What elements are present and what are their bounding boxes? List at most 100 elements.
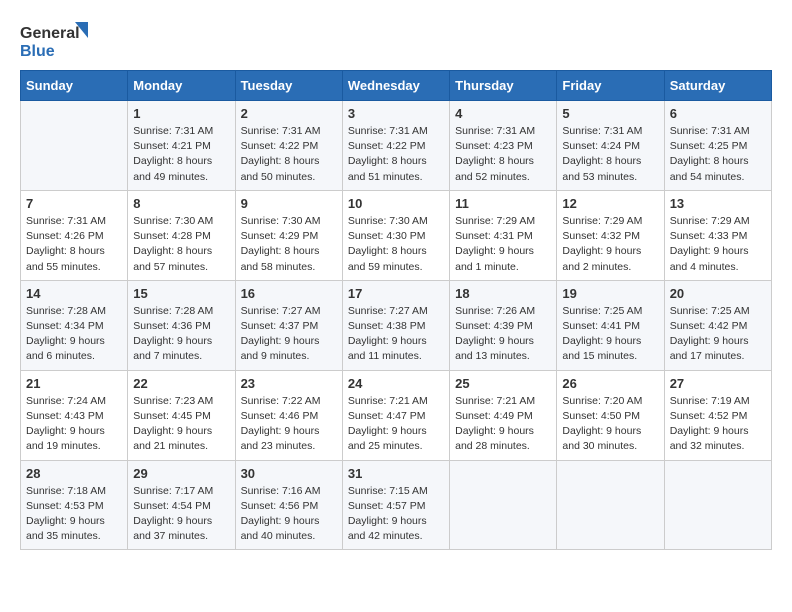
day-info: Sunrise: 7:30 AMSunset: 4:29 PMDaylight:…: [241, 214, 337, 275]
day-number: 1: [133, 106, 229, 121]
day-info: Sunrise: 7:22 AMSunset: 4:46 PMDaylight:…: [241, 394, 337, 455]
calendar-day-cell: 4Sunrise: 7:31 AMSunset: 4:23 PMDaylight…: [450, 101, 557, 191]
calendar-day-cell: 14 Sunrise: 7:28 AMSunset: 4:34 PMDayligh…: [21, 280, 128, 370]
day-info: Sunrise: 7:23 AMSunset: 4:45 PMDaylight:…: [133, 394, 229, 455]
svg-text:Blue: Blue: [20, 43, 55, 60]
day-info: Sunrise: 7:25 AMSunset: 4:41 PMDaylight:…: [562, 304, 658, 365]
weekday-header-wednesday: Wednesday: [342, 71, 449, 101]
calendar-day-cell: 3 Sunrise: 7:31 AMSunset: 4:22 PMDaylight…: [342, 101, 449, 191]
day-info: Sunrise: 7:28 AMSunset: 4:34 PMDaylight:…: [26, 304, 122, 365]
calendar-day-cell: [664, 460, 771, 550]
day-number: 11: [455, 196, 551, 211]
day-number: 22: [133, 376, 229, 391]
calendar-day-cell: 26 Sunrise: 7:20 AMSunset: 4:50 PMDayligh…: [557, 370, 664, 460]
day-number: 9: [241, 196, 337, 211]
day-info: Sunrise: 7:31 AMSunset: 4:21 PMDaylight:…: [133, 124, 229, 185]
day-info: Sunrise: 7:30 AMSunset: 4:28 PMDaylight:…: [133, 214, 229, 275]
calendar-week-row: 7 Sunrise: 7:31 AMSunset: 4:26 PMDaylight…: [21, 190, 772, 280]
day-info: Sunrise: 7:26 AMSunset: 4:39 PMDaylight:…: [455, 304, 551, 365]
day-info: Sunrise: 7:29 AMSunset: 4:32 PMDaylight:…: [562, 214, 658, 275]
calendar-table: SundayMondayTuesdayWednesdayThursdayFrid…: [20, 70, 772, 550]
calendar-day-cell: 29 Sunrise: 7:17 AMSunset: 4:54 PMDayligh…: [128, 460, 235, 550]
calendar-day-cell: 20 Sunrise: 7:25 AMSunset: 4:42 PMDayligh…: [664, 280, 771, 370]
day-number: 5: [562, 106, 658, 121]
day-info: Sunrise: 7:17 AMSunset: 4:54 PMDaylight:…: [133, 484, 229, 545]
day-info: Sunrise: 7:27 AMSunset: 4:38 PMDaylight:…: [348, 304, 444, 365]
day-info: Sunrise: 7:20 AMSunset: 4:50 PMDaylight:…: [562, 394, 658, 455]
day-number: 17: [348, 286, 444, 301]
day-number: 29: [133, 466, 229, 481]
day-number: 7: [26, 196, 122, 211]
day-info: Sunrise: 7:31 AMSunset: 4:22 PMDaylight:…: [241, 124, 337, 185]
weekday-header-sunday: Sunday: [21, 71, 128, 101]
day-number: 6: [670, 106, 766, 121]
calendar-week-row: 14 Sunrise: 7:28 AMSunset: 4:34 PMDayligh…: [21, 280, 772, 370]
day-number: 26: [562, 376, 658, 391]
day-number: 20: [670, 286, 766, 301]
day-info: Sunrise: 7:19 AMSunset: 4:52 PMDaylight:…: [670, 394, 766, 455]
day-info: Sunrise: 7:31 AMSunset: 4:25 PMDaylight:…: [670, 124, 766, 185]
calendar-day-cell: 28 Sunrise: 7:18 AMSunset: 4:53 PMDayligh…: [21, 460, 128, 550]
day-info: Sunrise: 7:28 AMSunset: 4:36 PMDaylight:…: [133, 304, 229, 365]
weekday-header-thursday: Thursday: [450, 71, 557, 101]
calendar-day-cell: 13 Sunrise: 7:29 AMSunset: 4:33 PMDayligh…: [664, 190, 771, 280]
day-info: Sunrise: 7:31 AMSunset: 4:24 PMDaylight:…: [562, 124, 658, 185]
day-number: 25: [455, 376, 551, 391]
calendar-day-cell: 10Sunrise: 7:30 AMSunset: 4:30 PMDayligh…: [342, 190, 449, 280]
logo-svg: GeneralBlue: [20, 20, 90, 60]
calendar-day-cell: 17 Sunrise: 7:27 AMSunset: 4:38 PMDayligh…: [342, 280, 449, 370]
calendar-week-row: 1 Sunrise: 7:31 AMSunset: 4:21 PMDaylight…: [21, 101, 772, 191]
calendar-day-cell: 24Sunrise: 7:21 AMSunset: 4:47 PMDayligh…: [342, 370, 449, 460]
day-number: 3: [348, 106, 444, 121]
day-info: Sunrise: 7:31 AMSunset: 4:23 PMDaylight:…: [455, 124, 551, 185]
day-info: Sunrise: 7:15 AMSunset: 4:57 PMDaylight:…: [348, 484, 444, 545]
day-number: 27: [670, 376, 766, 391]
day-number: 14: [26, 286, 122, 301]
day-info: Sunrise: 7:27 AMSunset: 4:37 PMDaylight:…: [241, 304, 337, 365]
calendar-day-cell: 31 Sunrise: 7:15 AMSunset: 4:57 PMDayligh…: [342, 460, 449, 550]
calendar-day-cell: 15 Sunrise: 7:28 AMSunset: 4:36 PMDayligh…: [128, 280, 235, 370]
day-number: 13: [670, 196, 766, 211]
calendar-day-cell: 16 Sunrise: 7:27 AMSunset: 4:37 PMDayligh…: [235, 280, 342, 370]
calendar-day-cell: 30Sunrise: 7:16 AMSunset: 4:56 PMDayligh…: [235, 460, 342, 550]
day-number: 21: [26, 376, 122, 391]
day-number: 30: [241, 466, 337, 481]
page-header: GeneralBlue: [20, 20, 772, 60]
calendar-day-cell: 18Sunrise: 7:26 AMSunset: 4:39 PMDayligh…: [450, 280, 557, 370]
day-number: 8: [133, 196, 229, 211]
calendar-day-cell: 23 Sunrise: 7:22 AMSunset: 4:46 PMDayligh…: [235, 370, 342, 460]
day-info: Sunrise: 7:21 AMSunset: 4:47 PMDaylight:…: [348, 394, 444, 455]
day-info: Sunrise: 7:18 AMSunset: 4:53 PMDaylight:…: [26, 484, 122, 545]
calendar-day-cell: 12 Sunrise: 7:29 AMSunset: 4:32 PMDayligh…: [557, 190, 664, 280]
day-number: 19: [562, 286, 658, 301]
day-info: Sunrise: 7:29 AMSunset: 4:33 PMDaylight:…: [670, 214, 766, 275]
day-info: Sunrise: 7:21 AMSunset: 4:49 PMDaylight:…: [455, 394, 551, 455]
day-info: Sunrise: 7:31 AMSunset: 4:26 PMDaylight:…: [26, 214, 122, 275]
calendar-day-cell: 5 Sunrise: 7:31 AMSunset: 4:24 PMDaylight…: [557, 101, 664, 191]
svg-text:General: General: [20, 25, 80, 42]
weekday-header-tuesday: Tuesday: [235, 71, 342, 101]
day-number: 15: [133, 286, 229, 301]
day-info: Sunrise: 7:25 AMSunset: 4:42 PMDaylight:…: [670, 304, 766, 365]
calendar-day-cell: 27 Sunrise: 7:19 AMSunset: 4:52 PMDayligh…: [664, 370, 771, 460]
day-number: 10: [348, 196, 444, 211]
calendar-day-cell: 6 Sunrise: 7:31 AMSunset: 4:25 PMDaylight…: [664, 101, 771, 191]
weekday-header-row: SundayMondayTuesdayWednesdayThursdayFrid…: [21, 71, 772, 101]
calendar-day-cell: 1 Sunrise: 7:31 AMSunset: 4:21 PMDaylight…: [128, 101, 235, 191]
calendar-day-cell: 19 Sunrise: 7:25 AMSunset: 4:41 PMDayligh…: [557, 280, 664, 370]
day-number: 2: [241, 106, 337, 121]
calendar-day-cell: 8 Sunrise: 7:30 AMSunset: 4:28 PMDaylight…: [128, 190, 235, 280]
logo: GeneralBlue: [20, 20, 90, 60]
day-number: 16: [241, 286, 337, 301]
calendar-day-cell: 21Sunrise: 7:24 AMSunset: 4:43 PMDayligh…: [21, 370, 128, 460]
day-number: 28: [26, 466, 122, 481]
calendar-week-row: 28 Sunrise: 7:18 AMSunset: 4:53 PMDayligh…: [21, 460, 772, 550]
calendar-day-cell: [450, 460, 557, 550]
day-number: 31: [348, 466, 444, 481]
day-number: 23: [241, 376, 337, 391]
weekday-header-monday: Monday: [128, 71, 235, 101]
calendar-day-cell: [21, 101, 128, 191]
calendar-week-row: 21Sunrise: 7:24 AMSunset: 4:43 PMDayligh…: [21, 370, 772, 460]
day-number: 12: [562, 196, 658, 211]
day-info: Sunrise: 7:31 AMSunset: 4:22 PMDaylight:…: [348, 124, 444, 185]
